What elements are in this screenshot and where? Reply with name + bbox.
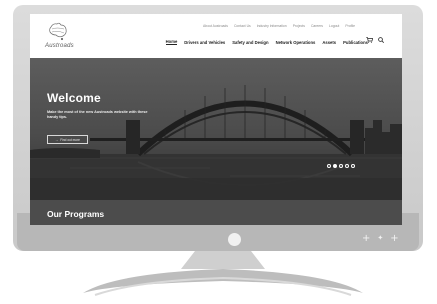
monitor-stand xyxy=(83,251,363,296)
util-nav-item[interactable]: Profile xyxy=(345,24,355,28)
australia-map-icon xyxy=(49,22,67,41)
monitor-indicator-lights: + ✦ + xyxy=(362,231,399,245)
arrow-icon: → xyxy=(55,137,59,142)
nav-item-safety-and-design[interactable]: Safety and Design xyxy=(232,40,268,45)
util-nav-item[interactable]: Projects xyxy=(293,24,305,28)
carousel-dot[interactable] xyxy=(351,164,355,168)
carousel-dot-active[interactable] xyxy=(333,164,337,168)
austroads-logo[interactable]: Austroads xyxy=(41,19,81,55)
main-nav: Home Drivers and Vehicles Safety and Des… xyxy=(165,39,368,45)
nav-item-drivers-and-vehicles[interactable]: Drivers and Vehicles xyxy=(184,40,225,45)
power-button xyxy=(228,233,241,246)
cart-icon[interactable] xyxy=(366,37,373,43)
carousel-indicators xyxy=(327,164,355,168)
util-nav-item[interactable]: About Austroads xyxy=(203,24,228,28)
indicator-light: + xyxy=(362,232,371,244)
hero-banner: Welcome Make the most of the new Austroa… xyxy=(30,58,402,200)
carousel-dot[interactable] xyxy=(339,164,343,168)
indicator-light: + xyxy=(390,232,399,244)
utility-nav: About Austroads Contact Us Industry Info… xyxy=(203,24,355,28)
site-header: Austroads About Austroads Contact Us Ind… xyxy=(30,14,402,58)
indicator-light: ✦ xyxy=(377,234,384,242)
util-nav-item[interactable]: Contact Us xyxy=(234,24,251,28)
monitor-screen: Austroads About Austroads Contact Us Ind… xyxy=(30,14,402,225)
nav-item-assets[interactable]: Assets xyxy=(322,40,336,45)
programs-section: Our Programs xyxy=(30,200,402,225)
nav-item-home[interactable]: Home xyxy=(165,39,178,45)
nav-item-network-operations[interactable]: Network Operations xyxy=(276,40,316,45)
carousel-dot[interactable] xyxy=(345,164,349,168)
hero-button-label: Find out more xyxy=(60,137,80,142)
search-icon[interactable] xyxy=(378,37,384,43)
hero-description: Make the most of the new Austroads websi… xyxy=(47,110,148,119)
programs-title: Our Programs xyxy=(47,209,105,219)
util-nav-item[interactable]: Industry Information xyxy=(257,24,287,28)
carousel-dot[interactable] xyxy=(327,164,331,168)
hero-title: Welcome xyxy=(47,91,101,105)
util-nav-item[interactable]: Careers xyxy=(311,24,323,28)
logo-text: Austroads xyxy=(45,43,74,49)
util-nav-item[interactable]: Logout xyxy=(329,24,339,28)
header-icons xyxy=(366,37,384,43)
find-out-more-button[interactable]: → Find out more xyxy=(47,135,88,144)
nav-item-publications[interactable]: Publications xyxy=(343,40,368,45)
harbour-bridge-image xyxy=(30,58,402,200)
